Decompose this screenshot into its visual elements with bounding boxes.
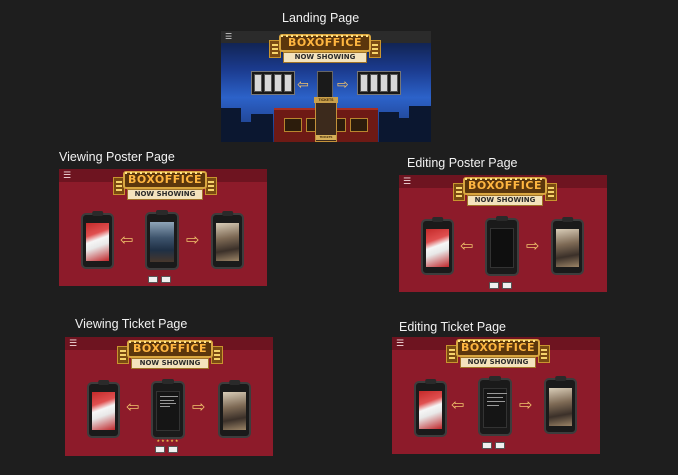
arrow-left-icon[interactable]: ⇦ [297,76,309,92]
arrow-right-icon[interactable]: ⇨ [519,398,532,414]
hamburger-icon[interactable]: ☰ [63,171,71,180]
control-buttons [482,442,505,449]
control-buttons [489,282,512,289]
hamburger-icon[interactable]: ☰ [403,177,411,186]
landing-page-label: Landing Page [282,11,360,25]
mini-poster[interactable] [264,74,272,92]
phone-center[interactable] [478,376,512,436]
editing-poster-page-label: Editing Poster Page [407,156,518,170]
phone-right[interactable] [211,211,244,269]
viewing-poster-page-frame: ☰ BOXOFFICE NOW SHOWING ⇦ ⇨ [59,169,267,286]
control-button[interactable] [168,446,178,453]
control-buttons [155,446,178,453]
viewing-ticket-page-frame: ☰ BOXOFFICE NOW SHOWING ⇦ ★★★★★ ⇨ [65,337,273,456]
mini-poster[interactable] [254,74,262,92]
poster-upload-area[interactable] [490,228,514,268]
marquee-subtitle: NOW SHOWING [131,358,209,369]
movie-poster[interactable] [419,391,442,429]
movie-poster[interactable] [150,222,174,262]
editing-poster-page-frame: ☰ BOXOFFICE NOW SHOWING ⇦ ⇨ [399,175,607,292]
marquee-sign: BOXOFFICE NOW SHOWING [113,171,217,203]
marquee-subtitle: NOW SHOWING [467,195,543,206]
movie-poster[interactable] [92,392,115,430]
phone-right[interactable] [218,380,251,438]
tickets-lower-sign: TICKETS [316,135,336,140]
arrow-right-icon[interactable]: ⇨ [337,76,349,92]
landing-page-frame: ☰ BOXOFFICE NOW SHOWING ⇦ ⇨ TICKETS TICK… [221,31,431,142]
marquee-subtitle: NOW SHOWING [283,52,367,63]
movie-poster[interactable] [86,223,109,261]
mini-poster[interactable] [380,74,388,92]
ticket-booth: TICKETS TICKETS [274,97,378,142]
phone-right[interactable] [551,217,584,275]
control-button[interactable] [502,282,512,289]
poster-rack-left [251,71,295,95]
viewing-ticket-page-label: Viewing Ticket Page [75,317,188,331]
city-skyline [251,114,273,142]
hamburger-icon[interactable]: ☰ [225,32,232,41]
phone-left[interactable] [87,380,120,438]
tickets-sign: TICKETS [314,97,338,103]
movie-poster[interactable] [556,229,579,267]
arrow-right-icon[interactable]: ⇨ [186,233,199,249]
marquee-subtitle: NOW SHOWING [460,357,536,368]
arrow-left-icon[interactable]: ⇦ [126,400,139,416]
editing-ticket-page-label: Editing Ticket Page [399,320,507,334]
control-button[interactable] [148,276,158,283]
control-button[interactable] [482,442,492,449]
arrow-right-icon[interactable]: ⇨ [192,400,205,416]
marquee-lights [129,341,211,343]
phone-center[interactable] [145,210,179,270]
arrow-right-icon[interactable]: ⇨ [526,239,539,255]
movie-poster[interactable] [549,388,572,426]
city-skyline [409,106,431,142]
marquee-subtitle: NOW SHOWING [127,189,203,200]
phone-right[interactable] [544,376,577,434]
rating-stars: ★★★★★ [156,438,180,443]
control-button[interactable] [495,442,505,449]
mini-poster[interactable] [284,74,292,92]
city-skyline [379,112,399,142]
mini-poster[interactable] [274,74,282,92]
marquee-lights [281,35,369,37]
marquee-sign: BOXOFFICE NOW SHOWING [269,34,381,66]
movie-poster[interactable] [223,392,246,430]
control-buttons [148,276,171,283]
phone-center[interactable] [485,216,519,276]
arrow-left-icon[interactable]: ⇦ [120,233,133,249]
control-button[interactable] [489,282,499,289]
hamburger-icon[interactable]: ☰ [69,339,77,348]
poster-rack-right [357,71,401,95]
ticket-view [156,391,180,431]
viewing-poster-page-label: Viewing Poster Page [59,150,175,164]
arrow-left-icon[interactable]: ⇦ [451,398,464,414]
phone-left[interactable] [421,217,454,275]
city-skyline [221,108,241,142]
marquee-lights [458,340,538,342]
mini-poster[interactable] [360,74,368,92]
city-skyline [397,118,411,142]
movie-poster[interactable] [216,223,239,261]
control-button[interactable] [155,446,165,453]
hamburger-icon[interactable]: ☰ [396,339,404,348]
marquee-lights [125,172,205,174]
control-button[interactable] [161,276,171,283]
movie-poster[interactable] [426,229,449,267]
booth-window [350,118,368,132]
ticket-edit-form[interactable] [483,388,507,428]
marquee-sign: BOXOFFICE NOW SHOWING [453,177,557,209]
mini-poster[interactable] [370,74,378,92]
booth-window [284,118,302,132]
phone-left[interactable] [81,211,114,269]
marquee-sign: BOXOFFICE NOW SHOWING [117,340,223,372]
marquee-sign: BOXOFFICE NOW SHOWING [446,339,550,371]
editing-ticket-page-frame: ☰ BOXOFFICE NOW SHOWING ⇦ ⇨ [392,337,600,454]
phone-left[interactable] [414,379,447,437]
marquee-lights [465,178,545,180]
phone-center[interactable]: ★★★★★ [151,379,185,443]
mini-poster[interactable] [390,74,398,92]
arrow-left-icon[interactable]: ⇦ [460,239,473,255]
